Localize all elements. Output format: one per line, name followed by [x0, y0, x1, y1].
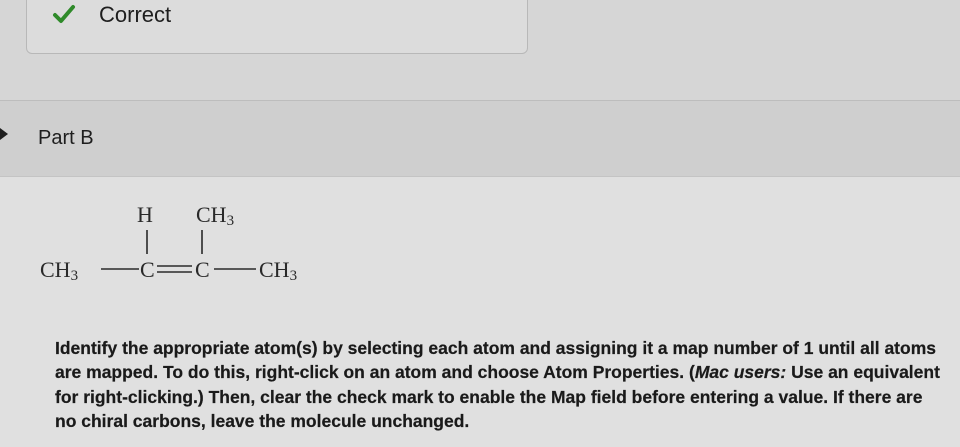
atom-c-right[interactable]: C	[195, 259, 210, 281]
atom-h-top[interactable]: H	[137, 204, 153, 226]
check-icon	[53, 5, 75, 23]
part-title[interactable]: Part B	[38, 127, 94, 150]
instructions-text: Identify the appropriate atom(s) by sele…	[55, 336, 945, 434]
part-header[interactable]	[0, 100, 960, 177]
atom-ch3-top[interactable]: CH3	[196, 204, 234, 229]
atom-c-left[interactable]: C	[140, 259, 155, 281]
atom-ch3-right[interactable]: CH3	[259, 259, 297, 284]
feedback-status: Correct	[99, 2, 172, 27]
molecule-structure[interactable]: H CH3 CH3 C C CH3	[40, 192, 340, 292]
instructions-mac-users: Mac users:	[694, 362, 787, 382]
atom-ch3-left[interactable]: CH3	[40, 259, 78, 284]
collapse-triangle-icon[interactable]	[0, 128, 8, 140]
